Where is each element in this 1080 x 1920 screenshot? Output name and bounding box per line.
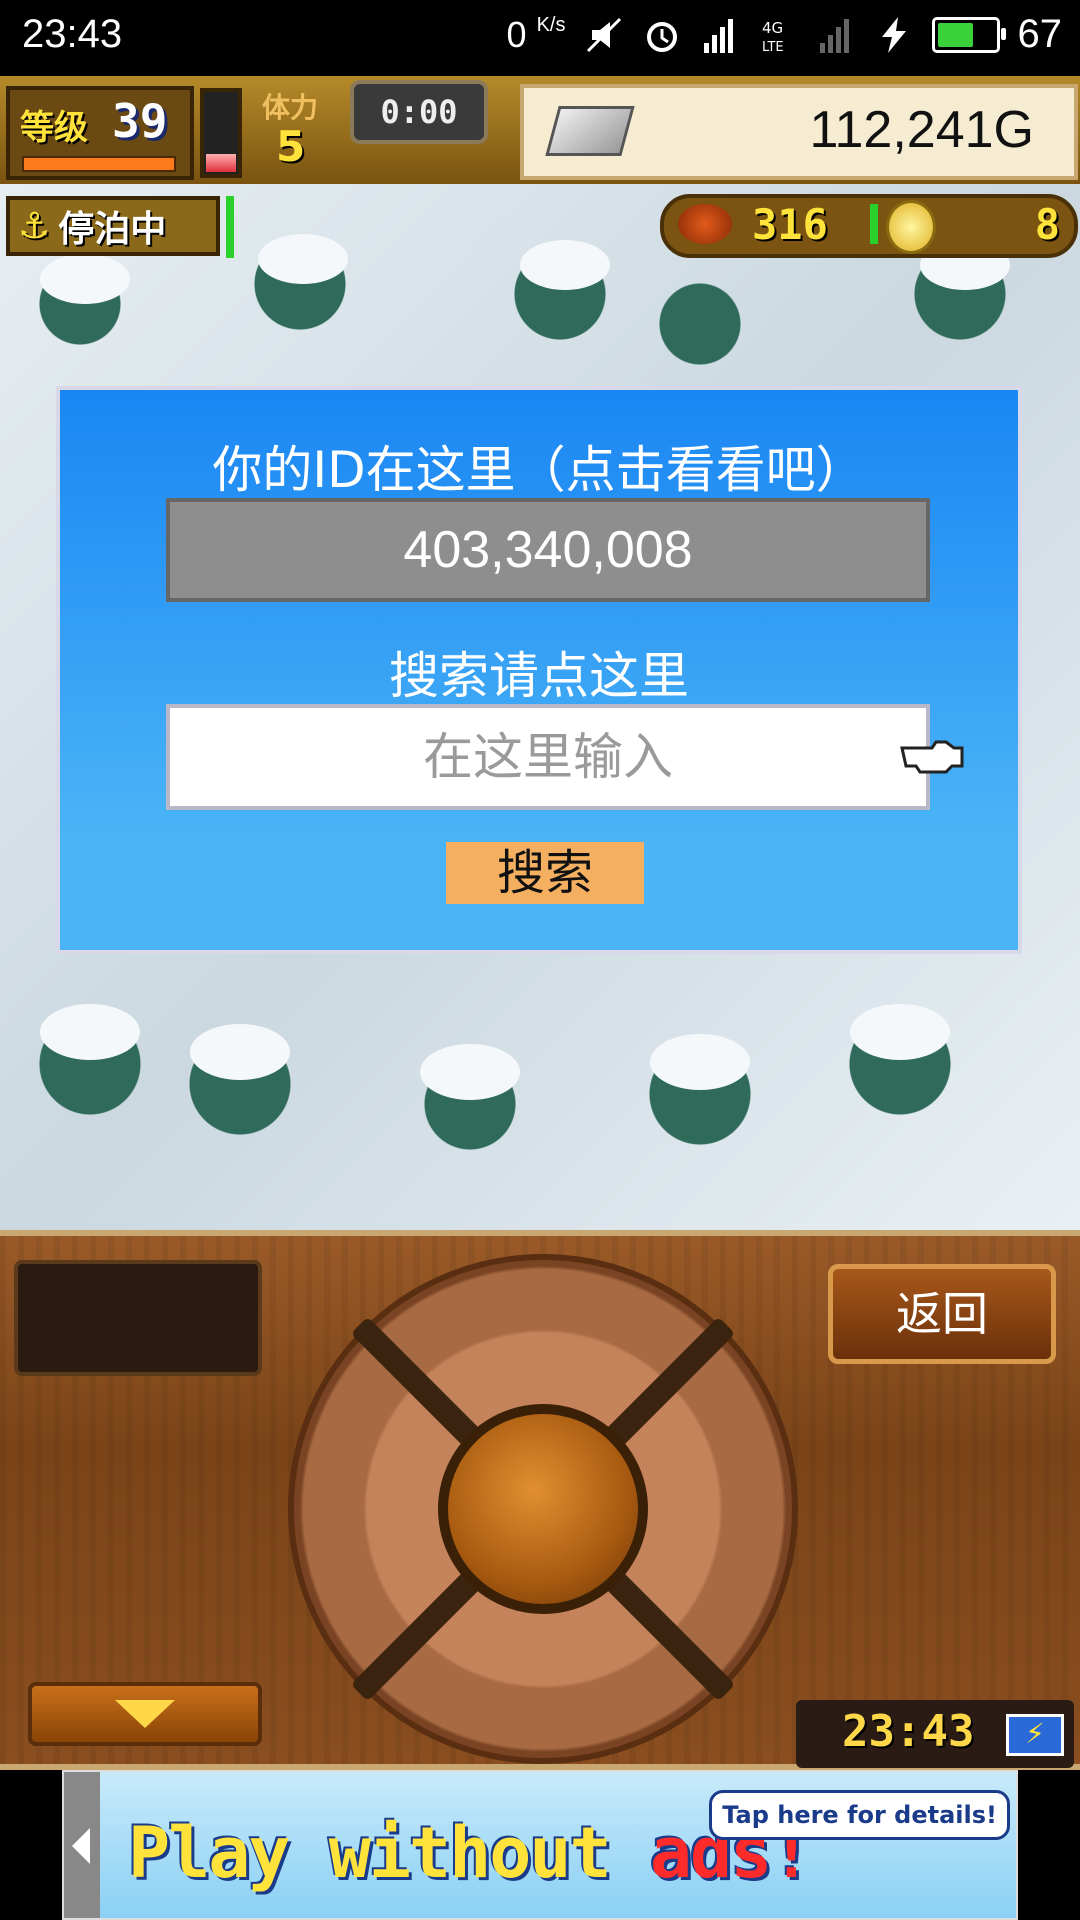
dpad[interactable] [288, 1254, 798, 1764]
snow-tree [190, 1024, 290, 1080]
status-time: 23:43 [22, 12, 123, 56]
battery-charging-icon: ⚡ [1006, 1714, 1064, 1756]
battery-icon [931, 16, 1006, 53]
stamina-label: 体力 [262, 91, 319, 124]
gold-panel: 112,241G [520, 84, 1078, 180]
dpad-center-button[interactable] [438, 1404, 648, 1614]
snow-tree [650, 1034, 750, 1090]
mute-icon [586, 17, 621, 52]
gold-value: 112,241G [809, 101, 1034, 159]
down-arrow-icon [115, 1700, 175, 1728]
lte-icon: 4G LTE [762, 19, 784, 55]
back-button[interactable]: 返回 [828, 1264, 1056, 1364]
anchor-icon: ⚓ [18, 205, 51, 247]
pointing-hand-icon [900, 740, 964, 774]
level-panel: 等级 39 [6, 86, 194, 180]
info-screen [14, 1260, 262, 1376]
controller-panel: 返回 23:43 ⚡ [0, 1230, 1080, 1770]
game-hud: 等级 39 体力 5 0:00 112,241G [0, 76, 1080, 188]
meat-icon [678, 204, 732, 244]
meat-value: 316 [752, 200, 828, 249]
level-label: 等级 [20, 108, 88, 148]
svg-text:LTE: LTE [762, 40, 784, 55]
search-input[interactable] [166, 704, 930, 810]
left-arrow-icon [72, 1828, 90, 1864]
snow-tree [40, 254, 130, 304]
dialog-title: 你的ID在这里（点击看看吧） [212, 441, 866, 499]
id-search-dialog: 你的ID在这里（点击看看吧） 403,340,008 搜索请点这里 搜索 [56, 386, 1022, 954]
network-speed: 0 K/s [506, 13, 566, 55]
status-bar: 23:43 0 K/s 4G LTE 67 [0, 0, 1080, 76]
coin-value: 8 [1034, 200, 1060, 249]
svg-text:4G: 4G [762, 19, 783, 37]
game-clock: 23:43 ⚡ [796, 1700, 1074, 1768]
status-icons: 0 K/s 4G LTE 67 [507, 12, 1062, 57]
game-clock-time: 23:43 [842, 1706, 975, 1757]
coin-icon [886, 200, 936, 254]
level-value: 39 [112, 94, 168, 148]
timer: 0:00 [350, 80, 488, 144]
search-button[interactable]: 搜索 [446, 842, 644, 904]
resource-bar: 316 8 [660, 194, 1078, 258]
anchored-label: 停泊中 [58, 209, 167, 250]
player-id-box[interactable]: 403,340,008 [166, 498, 930, 602]
snow-tree [258, 234, 348, 284]
no-signal-icon [819, 18, 849, 53]
stamina-value: 5 [276, 122, 306, 171]
ad-collapse-tab[interactable] [64, 1772, 100, 1918]
ad-banner[interactable]: Play without ads! Tap here for details! [62, 1770, 1018, 1920]
charging-icon [881, 16, 906, 53]
snow-tree [520, 240, 610, 290]
search-label: 搜索请点这里 [389, 647, 689, 705]
snow-tree [850, 1004, 950, 1060]
ad-headline: Play without ads! [128, 1812, 812, 1894]
silver-ingot-icon [545, 106, 635, 156]
collapse-button[interactable] [28, 1682, 262, 1746]
ad-details-bubble[interactable]: Tap here for details! [709, 1790, 1010, 1840]
signal-icon [703, 18, 733, 53]
experience-bar [22, 156, 176, 172]
snow-tree [40, 1004, 140, 1060]
alarm-icon [646, 21, 677, 52]
stamina-gauge [200, 88, 242, 178]
snow-tree [420, 1044, 520, 1100]
anchored-status: ⚓ 停泊中 [6, 196, 220, 256]
status-indicator [226, 196, 234, 258]
battery-level: 67 [1017, 12, 1063, 56]
resource-divider [870, 204, 878, 244]
